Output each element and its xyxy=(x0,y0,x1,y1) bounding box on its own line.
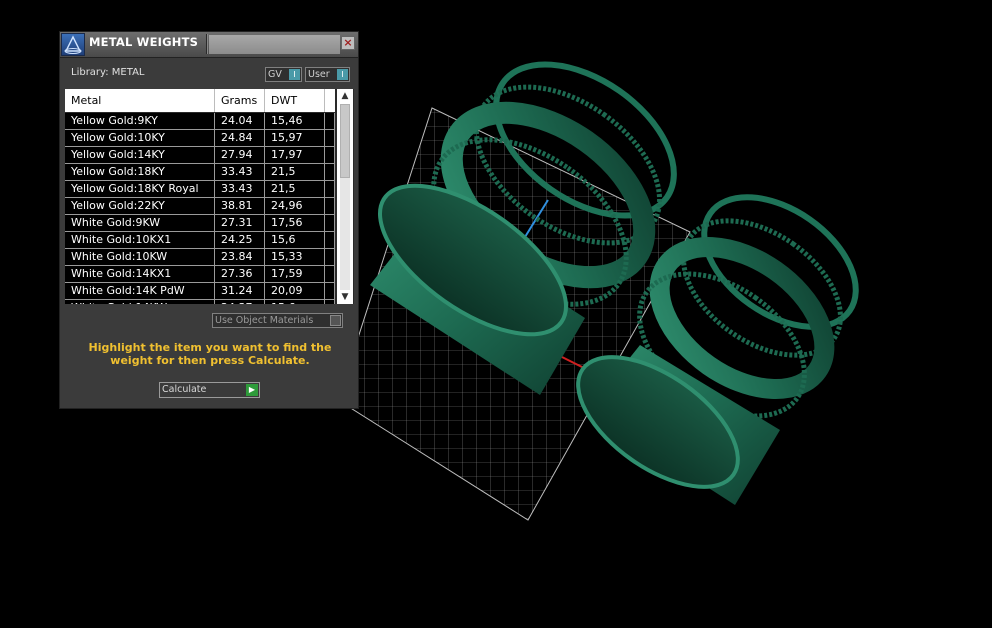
table-row[interactable]: Yellow Gold:10KY 24.84 15,97 xyxy=(65,130,335,147)
metal-cell: Yellow Gold:9KY xyxy=(65,113,215,129)
empty-cell xyxy=(325,164,335,180)
table-row[interactable]: Yellow Gold:9KY 24.04 15,46 xyxy=(65,113,335,130)
grams-cell: 23.84 xyxy=(215,249,265,265)
table-body: Yellow Gold:9KY 24.04 15,46 Yellow Gold:10K… xyxy=(65,113,335,304)
empty-cell xyxy=(325,113,335,129)
dwt-cell: 17,56 xyxy=(265,215,325,231)
metal-cell: Yellow Gold:10KY xyxy=(65,130,215,146)
empty-cell xyxy=(325,300,335,304)
table-row[interactable]: Yellow Gold:22KY 38.81 24,96 xyxy=(65,198,335,215)
dwt-cell: 21,5 xyxy=(265,164,325,180)
grams-cell: 24.25 xyxy=(215,232,265,248)
panel-titlebar[interactable]: METAL WEIGHTS × xyxy=(60,32,358,58)
use-object-materials-indicator-icon xyxy=(330,315,341,326)
column-header-grams[interactable]: Grams xyxy=(215,89,265,112)
dwt-cell: 17,97 xyxy=(265,147,325,163)
metal-table: Metal Grams DWT Yellow Gold:9KY 24.04 15,4… xyxy=(65,89,354,304)
dwt-cell: 15,33 xyxy=(265,249,325,265)
dwt-cell: 15,6 xyxy=(265,300,325,304)
scroll-up-icon[interactable]: ▲ xyxy=(337,89,353,103)
dwt-cell: 17,59 xyxy=(265,266,325,282)
scroll-track[interactable] xyxy=(340,104,350,290)
table-header: Metal Grams DWT xyxy=(65,89,335,112)
user-toggle-button[interactable]: User I xyxy=(305,67,350,82)
table-scrollbar[interactable]: ▲ ▼ xyxy=(337,89,353,304)
grams-cell: 27.31 xyxy=(215,215,265,231)
empty-cell xyxy=(325,215,335,231)
table-row[interactable]: White Gold:10KX1 24.25 15,6 xyxy=(65,232,335,249)
scroll-thumb[interactable] xyxy=(340,104,350,178)
metal-cell: White Gold:14K PdW xyxy=(65,283,215,299)
column-header-metal[interactable]: Metal xyxy=(65,89,215,112)
table-row[interactable]: White Gold:14KW24.3715,6 xyxy=(65,300,335,304)
dwt-cell: 21,5 xyxy=(265,181,325,197)
app-logo-icon xyxy=(61,33,85,56)
table-row[interactable]: White Gold:14K PdW 31.24 20,09 xyxy=(65,283,335,300)
grams-cell: 33.43 xyxy=(215,181,265,197)
table-row[interactable]: White Gold:10KW 23.84 15,33 xyxy=(65,249,335,266)
empty-cell xyxy=(325,249,335,265)
metal-cell: Yellow Gold:22KY xyxy=(65,198,215,214)
table-row[interactable]: Yellow Gold:14KY 27.94 17,97 xyxy=(65,147,335,164)
grams-cell: 38.81 xyxy=(215,198,265,214)
gv-indicator-icon: I xyxy=(289,69,300,80)
title-separator xyxy=(206,34,208,54)
panel-title: METAL WEIGHTS xyxy=(89,35,199,49)
play-arrow-icon: ▶ xyxy=(246,384,258,396)
empty-cell xyxy=(325,198,335,214)
user-indicator-icon: I xyxy=(337,69,348,80)
dwt-cell: 15,6 xyxy=(265,232,325,248)
column-header-dwt[interactable]: DWT xyxy=(265,89,325,112)
table-row[interactable]: Yellow Gold:18KY Royal 33.43 21,5 xyxy=(65,181,335,198)
empty-cell xyxy=(325,181,335,197)
empty-cell xyxy=(325,283,335,299)
metal-cell: White Gold:14KW xyxy=(65,300,215,304)
grams-cell: 27.94 xyxy=(215,147,265,163)
table-row[interactable]: Yellow Gold:18KY 33.43 21,5 xyxy=(65,164,335,181)
table-row[interactable]: White Gold:9KW 27.31 17,56 xyxy=(65,215,335,232)
empty-cell xyxy=(325,130,335,146)
dwt-cell: 15,97 xyxy=(265,130,325,146)
empty-cell xyxy=(325,266,335,282)
grams-cell: 31.24 xyxy=(215,283,265,299)
gv-toggle-label: GV xyxy=(268,69,282,80)
table-row[interactable]: White Gold:14KX1 27.36 17,59 xyxy=(65,266,335,283)
metal-cell: Yellow Gold:18KY xyxy=(65,164,215,180)
metal-weights-panel: METAL WEIGHTS × Library: METAL GV I User… xyxy=(59,31,359,409)
metal-cell: Yellow Gold:18KY Royal xyxy=(65,181,215,197)
gv-toggle-button[interactable]: GV I xyxy=(265,67,302,82)
empty-cell xyxy=(325,147,335,163)
metal-cell: White Gold:10KX1 xyxy=(65,232,215,248)
dwt-cell: 20,09 xyxy=(265,283,325,299)
calculate-button[interactable]: Calculate ▶ xyxy=(159,382,260,398)
grams-cell: 24.84 xyxy=(215,130,265,146)
use-object-materials-label: Use Object Materials xyxy=(215,315,314,326)
grams-cell: 24.04 xyxy=(215,113,265,129)
close-button[interactable]: × xyxy=(341,36,355,50)
scroll-down-icon[interactable]: ▼ xyxy=(337,290,353,304)
grams-cell: 33.43 xyxy=(215,164,265,180)
calculate-label: Calculate xyxy=(162,384,207,395)
metal-cell: White Gold:10KW xyxy=(65,249,215,265)
metal-cell: White Gold:14KX1 xyxy=(65,266,215,282)
instructions-text: Highlight the item you want to find the … xyxy=(88,341,332,367)
dwt-cell: 15,46 xyxy=(265,113,325,129)
library-label: Library: METAL xyxy=(71,67,145,78)
grams-cell: 24.37 xyxy=(215,300,265,304)
empty-cell xyxy=(325,232,335,248)
user-toggle-label: User xyxy=(308,69,330,80)
use-object-materials-button[interactable]: Use Object Materials xyxy=(212,313,343,328)
grams-cell: 27.36 xyxy=(215,266,265,282)
metal-cell: Yellow Gold:14KY xyxy=(65,147,215,163)
metal-cell: White Gold:9KW xyxy=(65,215,215,231)
dwt-cell: 24,96 xyxy=(265,198,325,214)
title-drag-area[interactable] xyxy=(209,35,340,54)
